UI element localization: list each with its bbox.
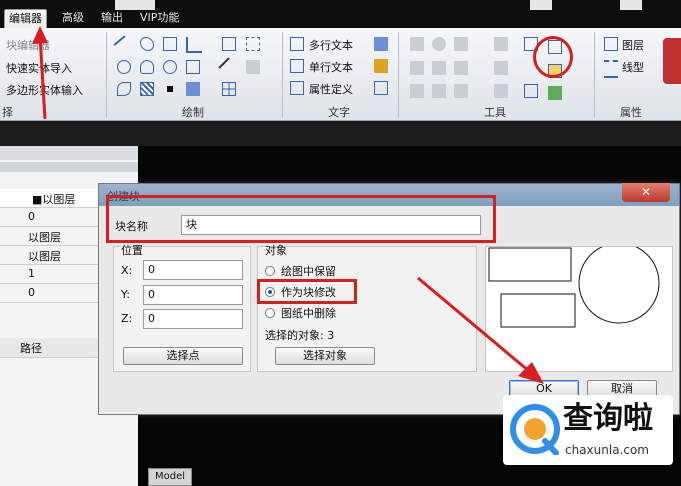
linetype-icon — [604, 60, 618, 78]
circle-icon[interactable] — [117, 60, 131, 74]
position-title: 位置 — [121, 244, 143, 257]
explode-icon[interactable] — [494, 84, 508, 98]
y-input[interactable]: 0 — [143, 285, 243, 305]
region-icon[interactable] — [246, 37, 260, 51]
group-label-properties: 属性 — [620, 106, 642, 119]
image-icon[interactable] — [186, 82, 200, 96]
annotation-arrow-ok — [417, 276, 544, 384]
trim-icon[interactable] — [410, 84, 424, 98]
ribbon-separator — [106, 32, 107, 118]
text-icon — [290, 59, 304, 73]
break-icon[interactable] — [454, 84, 468, 98]
property-value: 0 — [28, 286, 35, 299]
y-label: Y: — [121, 288, 130, 301]
revcloud-icon[interactable] — [117, 82, 131, 96]
mtext-button[interactable]: 多行文本 — [309, 37, 353, 53]
watermark-brand: 查询啦 — [563, 401, 653, 436]
tab-output[interactable]: 输出 — [97, 9, 127, 27]
watermark-logo-icon — [510, 404, 560, 455]
z-input[interactable]: 0 — [143, 309, 243, 329]
create-block-dialog: 创建块 ✕ 块名称 块 位置 X: 0 Y: 0 Z: 0 选择点 对象 绘图中… — [98, 183, 680, 415]
watermark: 查询啦 chaxunla.com — [503, 395, 673, 465]
extend-icon[interactable] — [432, 84, 446, 98]
top-menu-bar: 编辑器 高级 输出 VIP功能 — [0, 0, 681, 30]
watermark-url: chaxunla.com — [565, 443, 649, 457]
annotation-box-name — [106, 195, 496, 243]
annotation-box-option — [257, 279, 357, 304]
property-value: 1 — [28, 267, 35, 280]
scale-icon[interactable] — [410, 61, 424, 75]
group-label-text: 文字 — [328, 106, 350, 119]
point-icon[interactable] — [167, 86, 173, 92]
panel-header — [0, 146, 138, 160]
property-value: 0 — [28, 210, 35, 223]
write-block-icon[interactable] — [548, 86, 562, 100]
pen-icon[interactable] — [218, 57, 240, 79]
rectangle-icon[interactable] — [163, 37, 177, 51]
line-icon[interactable] — [113, 35, 135, 57]
close-button[interactable]: ✕ — [622, 183, 670, 202]
layer-icon — [604, 37, 618, 51]
select-objects-button[interactable]: 选择对象 — [275, 347, 375, 365]
offset-icon[interactable] — [494, 61, 508, 75]
stretch-icon[interactable] — [432, 61, 446, 75]
path-header: 路径 — [20, 342, 42, 355]
ribbon-separator — [594, 32, 595, 118]
side-tool-button[interactable] — [663, 38, 681, 84]
layer-button[interactable]: 图层 — [622, 37, 644, 53]
property-value: 以图层 — [28, 250, 61, 263]
property-value: 以图层 — [28, 231, 61, 244]
tab-vip[interactable]: VIP功能 — [136, 9, 183, 27]
pick-point-button[interactable]: 选择点 — [123, 347, 243, 365]
polygon-icon[interactable] — [186, 60, 200, 74]
arc-icon[interactable] — [140, 60, 154, 74]
tab-model[interactable]: Model — [148, 468, 192, 486]
window-button[interactable] — [620, 0, 642, 10]
ribbon-separator — [282, 32, 283, 118]
group-label-select: 择 — [2, 106, 13, 119]
mtext-icon — [290, 37, 304, 51]
hatch-icon[interactable] — [222, 37, 236, 51]
delete-label: 图纸中删除 — [281, 307, 336, 320]
group-label-draw: 绘制 — [182, 106, 204, 119]
selected-count: 选择的对象: 3 — [265, 329, 335, 342]
attribute-icon — [290, 81, 304, 95]
mirror-icon[interactable] — [454, 37, 468, 51]
x-label: X: — [121, 264, 133, 277]
layer-header-value: ■以图层 — [32, 193, 76, 206]
text-button[interactable]: 单行文本 — [309, 59, 353, 75]
table-icon[interactable] — [222, 82, 236, 96]
text-format-icon[interactable] — [374, 59, 388, 73]
copy-icon[interactable] — [494, 37, 508, 51]
ribbon: 块编辑器 快速实体导入 多边形实体输入 择 绘制 多行文本 单行文本 属性定义 … — [0, 28, 681, 121]
pattern-icon[interactable] — [140, 82, 154, 96]
attribute-definition-button[interactable]: 属性定义 — [309, 81, 353, 97]
text-style-icon[interactable] — [374, 37, 388, 51]
ellipse-icon[interactable] — [163, 60, 177, 74]
group-label-tools: 工具 — [484, 106, 506, 119]
annotation-arrow-editor — [32, 26, 48, 120]
panel-dropdown[interactable] — [0, 162, 138, 172]
x-input[interactable]: 0 — [143, 260, 243, 280]
gradient-icon[interactable] — [246, 60, 260, 74]
window-button[interactable] — [530, 0, 552, 10]
ribbon-separator — [398, 32, 399, 118]
annotation-circle — [533, 36, 573, 78]
spline-icon[interactable] — [140, 37, 154, 51]
text-edit-icon[interactable] — [374, 81, 388, 95]
move-icon[interactable] — [410, 37, 424, 51]
layer-tool-icon[interactable] — [524, 84, 538, 98]
retain-label: 绘图中保留 — [281, 265, 336, 278]
z-label: Z: — [121, 312, 133, 325]
array-icon[interactable] — [454, 61, 468, 75]
retain-radio[interactable] — [265, 266, 275, 276]
rotate-icon[interactable] — [432, 37, 446, 51]
polyline-icon[interactable] — [186, 37, 202, 53]
delete-radio[interactable] — [265, 308, 275, 318]
tab-advanced[interactable]: 高级 — [58, 9, 88, 27]
linetype-button[interactable]: 线型 — [622, 59, 644, 75]
objects-title: 对象 — [265, 244, 287, 257]
